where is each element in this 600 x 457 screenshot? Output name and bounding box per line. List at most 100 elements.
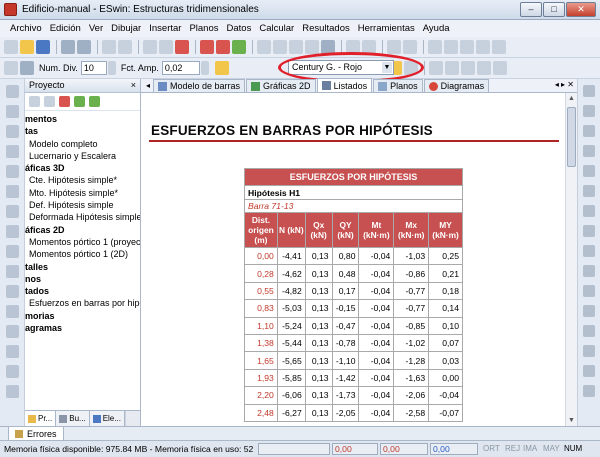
scale-icon[interactable] [583,165,595,177]
cut-icon[interactable] [143,40,157,54]
mirror-icon[interactable] [583,145,595,157]
menu-herramientas[interactable]: Herramientas [358,23,415,34]
tree-item[interactable]: Mto. Hipótesis simple* [25,187,140,199]
menu-ver[interactable]: Ver [89,23,103,34]
redo-icon[interactable] [118,40,132,54]
text-edit-icon[interactable] [583,345,595,357]
print-preview-icon[interactable] [77,40,91,54]
bars-icon[interactable] [6,165,19,178]
tree-item[interactable]: talles [25,261,140,273]
tab-modelo-de-barras[interactable]: Modelo de barras [153,79,246,92]
ort-indicator[interactable]: ORT [483,444,500,453]
menu-datos[interactable]: Datos [227,23,252,34]
edit-tool-icon[interactable] [6,285,19,298]
tree-item[interactable]: Deformada Hipótesis simple [25,211,140,223]
num-div-input[interactable]: 10 [80,61,107,75]
open-folder-icon[interactable] [20,40,34,54]
tree-item[interactable]: áficas 3D [25,162,140,174]
move-icon[interactable] [583,85,595,97]
groups-icon[interactable] [6,265,19,278]
zoom-out-icon[interactable] [273,40,287,54]
fct-amp-input[interactable]: 0,02 [161,61,200,75]
zoom-in-icon[interactable] [257,40,271,54]
materials-icon[interactable] [6,245,19,258]
angle-icon[interactable] [583,365,595,377]
maximize-button[interactable]: □ [543,2,565,17]
align-b-icon[interactable] [444,61,459,75]
nodes-panel-icon[interactable] [6,145,19,158]
sigma-all-icon[interactable] [216,40,230,54]
measure-icon[interactable] [6,325,19,338]
copy-icon[interactable] [159,40,173,54]
menu-insertar[interactable]: Insertar [149,23,181,34]
scroll-down-icon[interactable]: ▼ [566,415,577,426]
tree-item[interactable]: tas [25,125,140,137]
palette-icon[interactable] [214,61,229,75]
num-indicator[interactable]: NUM [564,444,582,453]
menu-edicion[interactable]: Edición [50,23,81,34]
scroll-thumb[interactable] [567,107,576,167]
new-item-icon[interactable] [29,96,40,107]
copy-tool-icon[interactable] [583,125,595,137]
brush-icon[interactable] [583,305,595,317]
num-div-stepper[interactable] [107,61,116,75]
fct-amp-stepper[interactable] [200,61,209,75]
tree-item[interactable]: Modelo completo [25,138,140,150]
refresh-icon[interactable] [89,96,100,107]
tree-item[interactable]: Lucernario y Escalera [25,150,140,162]
save-icon[interactable] [36,40,50,54]
sections-icon[interactable] [6,225,19,238]
menu-dibujar[interactable]: Dibujar [111,23,141,34]
align-d-icon[interactable] [476,61,491,75]
lock-icon[interactable] [4,61,18,75]
break-icon[interactable] [583,245,595,257]
tab-diagramas[interactable]: Diagramas [423,79,490,92]
loads-icon[interactable] [6,205,19,218]
close-button[interactable]: ✕ [566,2,596,17]
dimension-icon[interactable] [6,385,19,398]
results-icon[interactable] [6,345,19,358]
text-tool-icon[interactable] [6,365,19,378]
tree-item[interactable]: mentos [25,113,140,125]
snap-icon[interactable] [583,325,595,337]
tree-item[interactable]: nos [25,273,140,285]
pan-icon[interactable] [305,40,319,54]
pan-tool-icon[interactable] [20,61,34,75]
menu-archivo[interactable]: Archivo [10,23,42,34]
tab-project[interactable]: Pr... [25,411,57,426]
fillet-icon[interactable] [583,285,595,297]
tool-b-icon[interactable] [444,40,458,54]
horizontal-scrollbar[interactable] [124,411,141,426]
export-icon[interactable] [74,96,85,107]
pencil-icon[interactable] [387,40,401,54]
align-e-icon[interactable] [492,61,507,75]
tool-d-icon[interactable] [476,40,490,54]
join-icon[interactable] [583,265,595,277]
scroll-up-icon[interactable]: ▲ [566,93,577,104]
tool-a-icon[interactable] [428,40,442,54]
close-panel-icon[interactable]: × [131,80,136,90]
tree-item[interactable]: Cte. Hipótesis simple* [25,174,140,186]
tree-item-selected[interactable]: Esfuerzos en barras por hipó [25,297,140,310]
edit-item-icon[interactable] [44,96,55,107]
tab-elements[interactable]: Ele... [90,411,125,426]
new-file-icon[interactable] [4,40,18,54]
tree-item[interactable]: Momentos pórtico 1 (2D) [25,248,140,260]
tool-e-icon[interactable] [492,40,506,54]
tab-graficas-2d[interactable]: Gráficas 2D [246,79,316,92]
rotate-icon[interactable] [583,105,595,117]
may-indicator[interactable]: MAY [543,444,560,453]
tab-errors[interactable]: Errores [8,427,64,441]
tree-item[interactable]: agramas [25,322,140,334]
ima-indicator[interactable]: IMA [523,444,537,453]
vertical-scrollbar[interactable]: ▲ ▼ [565,93,577,426]
layer-icon[interactable] [6,85,19,98]
model-icon[interactable] [6,125,19,138]
view-icon[interactable] [6,105,19,118]
menu-calcular[interactable]: Calcular [259,23,294,34]
sigma-icon[interactable] [200,40,214,54]
tool-c-icon[interactable] [460,40,474,54]
supports-icon[interactable] [6,185,19,198]
align-c-icon[interactable] [460,61,475,75]
props-icon[interactable] [583,385,595,397]
